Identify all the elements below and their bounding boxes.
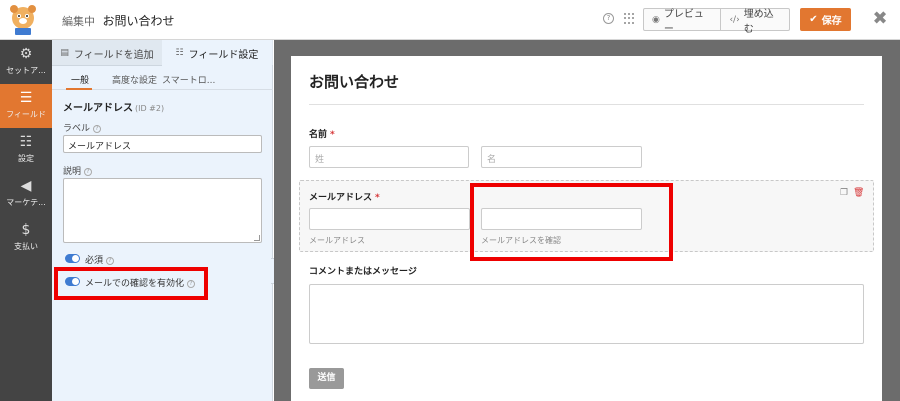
message-field-label: コメントまたはメッセージ [309,267,417,277]
tab-label: フィールド設定 [188,49,259,61]
tab-add-fields[interactable]: ▤ フィールドを追加 [52,40,162,66]
megaphone-icon: ◀ [20,178,32,194]
nav-item-payments[interactable]: $ 支払い [0,216,52,260]
eye-icon: ◉ [652,14,660,25]
form-name: お問い合わせ [102,14,175,28]
nav-item-fields[interactable]: ☰ フィールド [0,84,52,128]
sliders-icon: ☷ [19,134,33,150]
embed-button[interactable]: ‹/› 埋め込む [720,9,789,35]
label-caption-text: ラベル [63,124,91,134]
email-field-label: メールアドレス * [309,190,380,203]
checkmark-icon: ✔ [809,14,818,25]
description-caption-text: 説明 [63,167,82,177]
nav-item-label: 設定 [18,154,34,163]
list-icon: ▤ [60,48,69,58]
help-icon[interactable]: ? [106,257,115,265]
subtab-advanced[interactable]: 高度な設定 [112,73,157,86]
wpforms-bear-logo-icon [10,5,36,35]
first-name-input[interactable]: 名 [481,146,642,168]
help-icon[interactable]: ? [93,125,102,133]
duplicate-icon[interactable]: ❐ [840,188,850,198]
description-caption: 説明? [63,164,93,177]
field-options-panel: ▤ フィールドを追加 ☷ フィールド設定 一般 高度な設定 スマートロ... メ… [52,40,273,401]
name-label-text: 名前 [309,130,328,140]
submit-button[interactable]: 送信 [309,368,344,389]
description-textarea[interactable] [63,178,262,243]
preview-embed-group: ◉ プレビュー ‹/› 埋め込む [643,8,790,35]
embed-label: 埋め込む [743,8,774,35]
preview-label: プレビュー [663,8,704,35]
nav-item-label: 支払い [14,242,38,251]
name-field-label: 名前 * [309,127,335,140]
trash-icon[interactable]: 🗑 [853,188,864,198]
form-title-divider [309,104,864,105]
nav-item-marketing[interactable]: ◀ マーケテ... [0,172,52,216]
nav-item-setup[interactable]: ⚙ セットア... [0,40,52,84]
required-label: 必須? [85,253,115,266]
top-bar: 編集中 お問い合わせ ? ◉ プレビュー ‹/› 埋め込む ✔ 保存 ✖ [0,0,900,40]
field-id: (ID #2) [135,104,165,113]
email-sublabel: メールアドレス [309,236,365,245]
sliders-icon: ☷ [175,48,184,58]
form-builder: 編集中 お問い合わせ ? ◉ プレビュー ‹/› 埋め込む ✔ 保存 ✖ ⚙ セ… [0,0,900,401]
tab-field-options[interactable]: ☷ フィールド設定 [162,40,272,66]
form-title: お問い合わせ [309,73,400,91]
field-name: メールアドレス [63,103,133,114]
code-icon: ‹/› [729,14,740,25]
label-caption: ラベル? [63,121,102,134]
message-textarea[interactable] [309,284,864,344]
highlight-confirm-email-input [470,183,673,261]
nav-item-settings[interactable]: ☷ 設定 [0,128,52,172]
tab-label: フィールドを追加 [73,49,154,61]
dollar-icon: $ [21,222,31,238]
nav-item-label: フィールド [6,110,46,119]
help-icon[interactable]: ? [84,168,93,176]
breadcrumb: 編集中 お問い合わせ [62,12,175,29]
nav-item-label: セットア... [6,66,46,75]
builder-nav: ⚙ セットア... ☰ フィールド ☷ 設定 ◀ マーケテ... $ 支払い [0,40,52,401]
field-options-title: メールアドレス (ID #2) [63,99,164,114]
label-input[interactable]: メールアドレス [63,135,262,153]
email-input[interactable] [309,208,470,230]
last-name-input[interactable]: 姓 [309,146,469,168]
subtab-general[interactable]: 一般 [71,73,89,86]
required-mark: * [330,130,335,140]
gear-icon: ⚙ [19,46,33,62]
email-label-text: メールアドレス [309,193,373,203]
breadcrumb-prefix: 編集中 [62,15,95,28]
fields-list-icon: ☰ [19,90,33,106]
required-toggle[interactable] [65,254,80,263]
close-icon[interactable]: ✖ [871,9,889,29]
save-label: 保存 [821,16,842,27]
required-mark: * [375,193,380,203]
resize-handle-icon[interactable] [254,235,260,241]
subtab-smart-logic[interactable]: スマートロ... [162,73,215,86]
nav-item-label: マーケテ... [6,198,46,207]
required-text: 必須 [85,256,104,266]
active-subtab-indicator [66,88,92,90]
field-option-subtabs: 一般 高度な設定 スマートロ... [52,66,273,90]
preview-button[interactable]: ◉ プレビュー [644,9,720,35]
highlight-email-confirmation-toggle [54,267,208,300]
question-circle-icon[interactable]: ? [603,13,614,24]
save-button[interactable]: ✔ 保存 [800,8,851,31]
dots-grid-icon[interactable] [624,13,635,25]
panel-tabs: ▤ フィールドを追加 ☷ フィールド設定 [52,40,273,66]
